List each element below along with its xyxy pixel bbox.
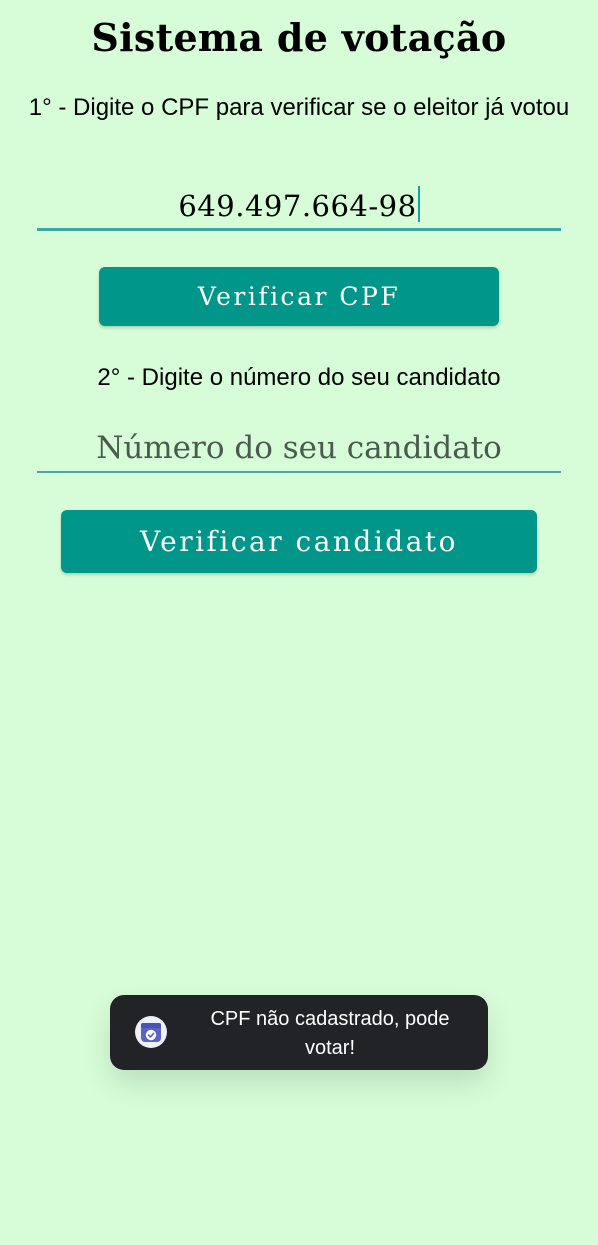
- toast-message: CPF não cadastrado, pode votar!: [210, 1008, 450, 1059]
- candidate-number-placeholder: Número do seu candidato: [96, 430, 502, 466]
- verify-cpf-button[interactable]: Verificar CPF: [99, 267, 499, 326]
- cpf-input[interactable]: 649.497.664-98: [37, 181, 561, 231]
- cpf-instruction: 1° - Digite o CPF para verificar se o el…: [28, 94, 570, 121]
- candidate-instruction: 2° - Digite o número do seu candidato: [97, 364, 501, 391]
- toast-notification: CPF não cadastrado, pode votar!: [110, 995, 488, 1070]
- page-title: Sistema de votação: [91, 15, 507, 60]
- candidate-number-input[interactable]: Número do seu candidato: [37, 423, 561, 473]
- app-badge-icon: [135, 1016, 167, 1048]
- verify-candidate-button[interactable]: Verificar candidato: [61, 510, 537, 573]
- cpf-input-value: 649.497.664-98: [178, 189, 417, 223]
- text-caret: [417, 186, 420, 222]
